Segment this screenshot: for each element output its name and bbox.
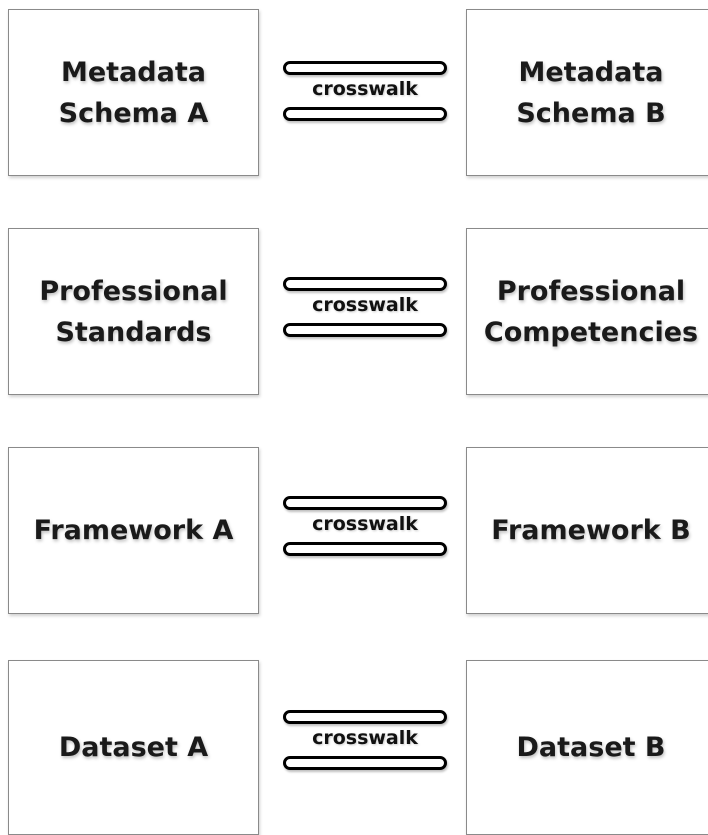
professional-standards-box: Professional Standards (8, 228, 259, 395)
crosswalk-label: crosswalk (312, 727, 418, 749)
box-label-line1: Professional (39, 275, 228, 307)
box-label-line1: Framework B (491, 515, 691, 546)
crosswalk-label: crosswalk (312, 294, 418, 316)
box-label: Professional Standards (39, 271, 227, 353)
box-label-line2: Standards (55, 316, 212, 348)
box-label: Framework A (34, 510, 234, 551)
connector-bar-bottom (283, 542, 447, 556)
connector-bar-bottom (283, 323, 447, 337)
box-label-line1: Professional (496, 275, 686, 307)
crosswalk-connector: crosswalk (283, 61, 447, 125)
connector-bar-top (283, 710, 447, 724)
box-label-line2: Schema B (516, 97, 666, 129)
box-label: Professional Competencies (484, 271, 698, 353)
box-label: Dataset A (59, 727, 208, 768)
box-label: Metadata Schema B (516, 52, 665, 134)
framework-b-box: Framework B (466, 447, 708, 614)
box-label-line2: Competencies (483, 316, 699, 348)
dataset-b-box: Dataset B (466, 660, 708, 835)
box-label-line1: Dataset B (516, 732, 666, 763)
box-label: Metadata Schema A (59, 52, 209, 134)
crosswalk-connector: crosswalk (283, 277, 447, 341)
connector-bar-bottom (283, 756, 447, 770)
crosswalk-connector: crosswalk (283, 710, 447, 774)
box-label-line1: Metadata (518, 56, 664, 88)
connector-bar-top (283, 496, 447, 510)
connector-bar-top (283, 277, 447, 291)
metadata-schema-b-box: Metadata Schema B (466, 9, 708, 176)
box-label-line1: Dataset A (58, 732, 209, 763)
framework-a-box: Framework A (8, 447, 259, 614)
crosswalk-label: crosswalk (312, 78, 418, 100)
box-label: Framework B (491, 510, 690, 551)
connector-bar-top (283, 61, 447, 75)
box-label-line2: Schema A (58, 97, 209, 129)
box-label: Dataset B (516, 727, 665, 768)
box-label-line1: Framework A (33, 515, 234, 546)
professional-competencies-box: Professional Competencies (466, 228, 708, 395)
connector-bar-bottom (283, 107, 447, 121)
crosswalk-label: crosswalk (312, 513, 418, 535)
metadata-schema-a-box: Metadata Schema A (8, 9, 259, 176)
dataset-a-box: Dataset A (8, 660, 259, 835)
box-label-line1: Metadata (61, 56, 206, 88)
crosswalk-connector: crosswalk (283, 496, 447, 560)
